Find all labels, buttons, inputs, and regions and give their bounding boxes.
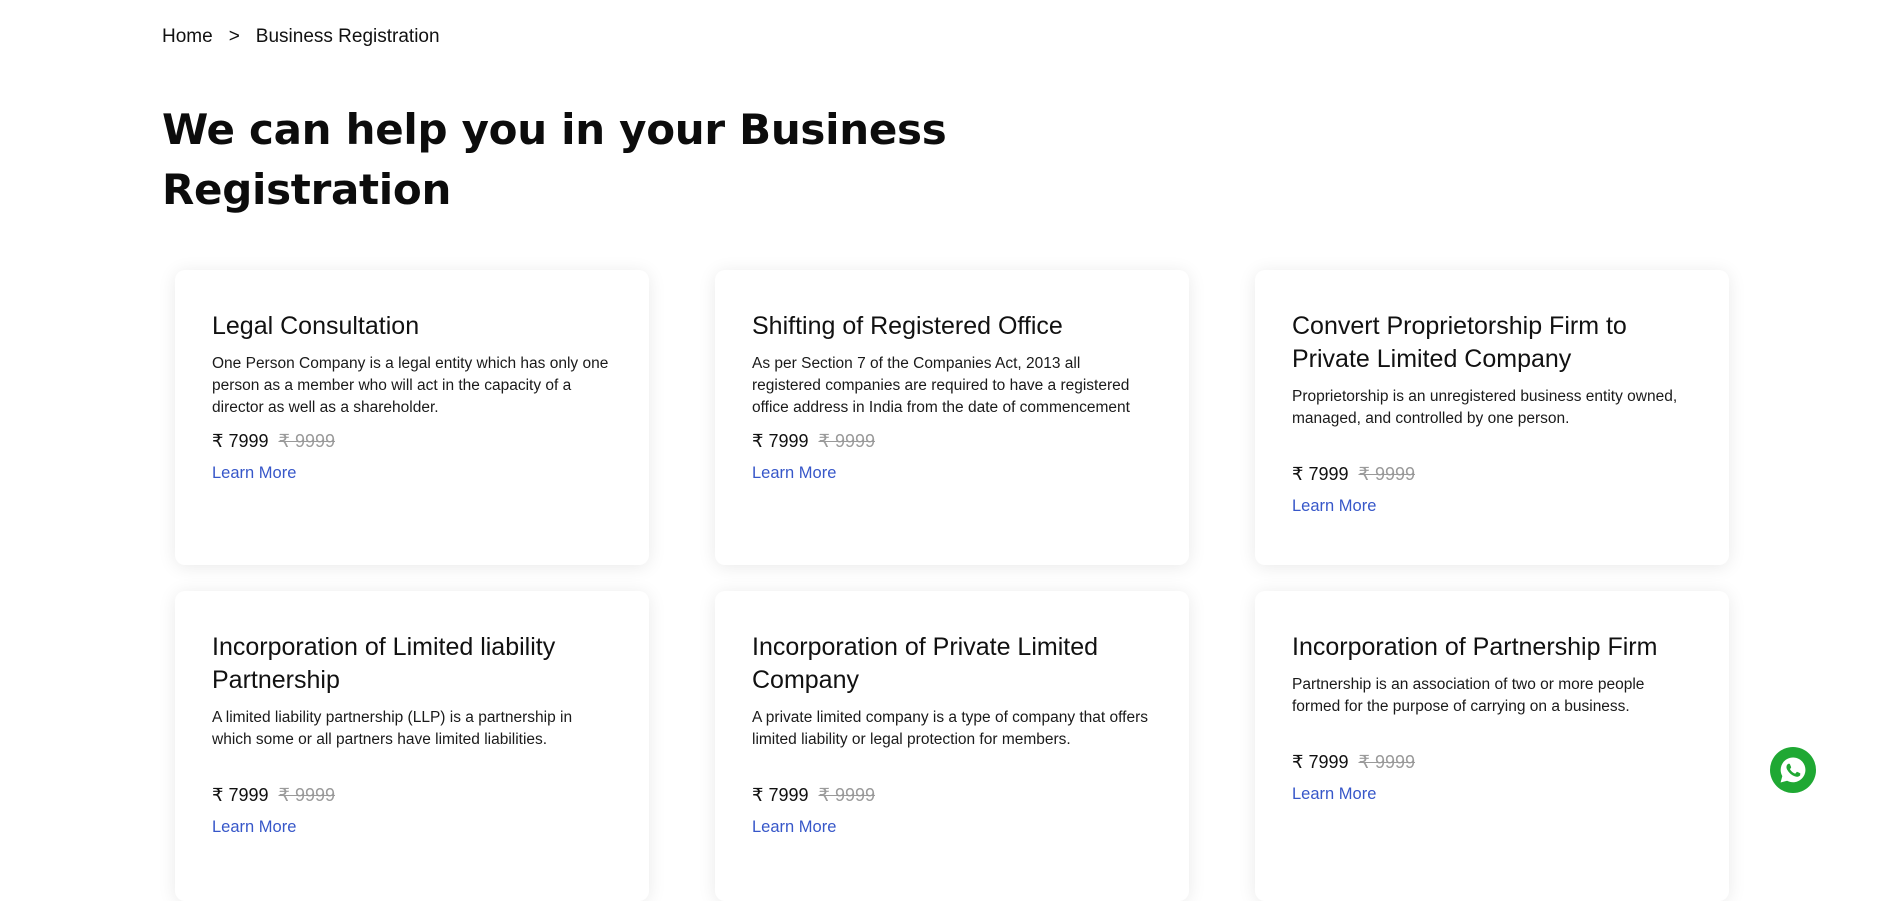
card-title: Legal Consultation: [212, 312, 420, 340]
service-card-private-limited: Incorporation of Private Limited Company…: [715, 591, 1189, 901]
card-title: Shifting of Registered Office: [752, 312, 1063, 340]
breadcrumb-current: Business Registration: [255, 26, 440, 47]
price-row: ₹ 7999 ₹ 9999: [212, 785, 613, 806]
card-description: A limited liability partnership (LLP) is…: [212, 709, 573, 748]
price: ₹ 7999: [212, 431, 269, 451]
price: ₹ 7999: [752, 785, 809, 805]
whatsapp-icon: [1780, 757, 1806, 783]
card-description: A private limited company is a type of c…: [752, 709, 1149, 748]
breadcrumb-home-link[interactable]: Home: [162, 26, 213, 48]
page-title: We can help you in your Business Registr…: [162, 105, 947, 214]
old-price: ₹ 9999: [1358, 464, 1416, 484]
card-description: As per Section 7 of the Companies Act, 2…: [752, 355, 1130, 416]
service-card-shifting-registered-office: Shifting of Registered Office As per Sec…: [715, 270, 1189, 565]
card-title: Convert Proprietorship Firm to Private L…: [1292, 312, 1627, 373]
card-description: Proprietorship is an unregistered busine…: [1292, 388, 1678, 427]
learn-more-link[interactable]: Learn More: [752, 464, 836, 483]
card-title: Incorporation of Partnership Firm: [1292, 633, 1658, 661]
service-card-llp: Incorporation of Limited liability Partn…: [175, 591, 649, 901]
old-price: ₹ 9999: [818, 431, 876, 451]
learn-more-link[interactable]: Learn More: [1292, 497, 1376, 516]
learn-more-link[interactable]: Learn More: [1292, 785, 1376, 804]
price-row: ₹ 7999 ₹ 9999: [752, 785, 1153, 806]
price: ₹ 7999: [1292, 752, 1349, 772]
old-price: ₹ 9999: [1358, 752, 1416, 772]
price-row: ₹ 7999 ₹ 9999: [1292, 464, 1693, 485]
learn-more-link[interactable]: Learn More: [212, 818, 296, 837]
card-title: Incorporation of Limited liability Partn…: [212, 633, 556, 694]
learn-more-link[interactable]: Learn More: [212, 464, 296, 483]
whatsapp-button[interactable]: [1770, 747, 1816, 793]
card-description: Partnership is an association of two or …: [1292, 676, 1645, 715]
service-card-convert-proprietorship: Convert Proprietorship Firm to Private L…: [1255, 270, 1729, 565]
price-row: ₹ 7999 ₹ 9999: [1292, 752, 1693, 773]
service-card-partnership-firm: Incorporation of Partnership Firm Partne…: [1255, 591, 1729, 901]
card-description: One Person Company is a legal entity whi…: [212, 355, 609, 416]
service-card-legal-consultation: Legal Consultation One Person Company is…: [175, 270, 649, 565]
breadcrumb: Home > Business Registration: [162, 26, 440, 48]
learn-more-link[interactable]: Learn More: [752, 818, 836, 837]
old-price: ₹ 9999: [278, 785, 336, 805]
card-title: Incorporation of Private Limited Company: [752, 633, 1099, 694]
old-price: ₹ 9999: [278, 431, 336, 451]
old-price: ₹ 9999: [818, 785, 876, 805]
price: ₹ 7999: [212, 785, 269, 805]
price: ₹ 7999: [1292, 464, 1349, 484]
price-row: ₹ 7999 ₹ 9999: [212, 431, 613, 452]
breadcrumb-separator: >: [228, 26, 240, 47]
price-row: ₹ 7999 ₹ 9999: [752, 431, 1153, 452]
price: ₹ 7999: [752, 431, 809, 451]
